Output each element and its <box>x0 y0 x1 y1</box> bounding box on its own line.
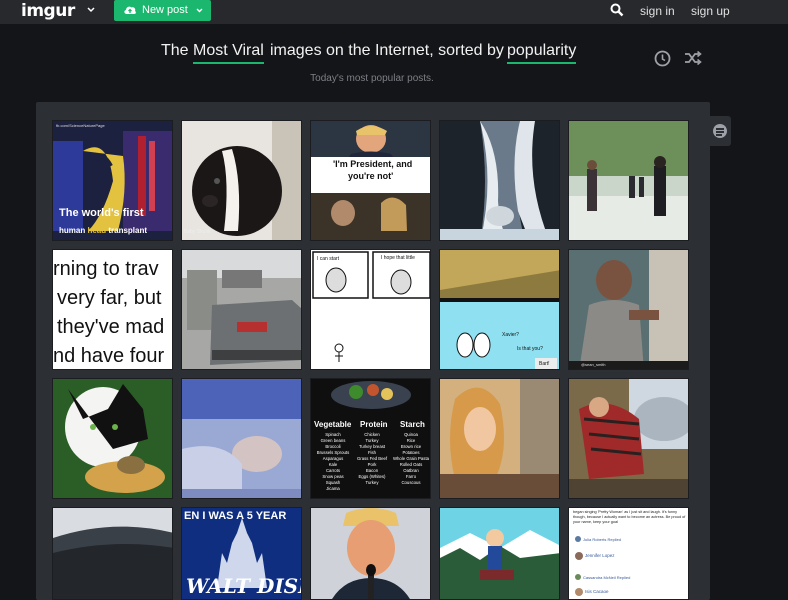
post-thumbnail <box>440 379 559 498</box>
post-caption: The world's first <box>59 207 144 219</box>
shuffle-icon[interactable] <box>684 51 702 65</box>
chevron-down-icon[interactable] <box>86 5 96 15</box>
food-list-protein: Chicken Turkey Turkey breast Fish Grass Fed … <box>356 432 388 485</box>
post-thumbnail <box>53 121 172 240</box>
gallery-post-disney[interactable]: EN I WAS A 5 YEAR WALT DISNEY <box>181 507 302 600</box>
post-text-line: rning to trav <box>53 258 159 280</box>
post-text-line: they've mad <box>57 316 165 338</box>
gallery-post-cat-tortoise[interactable] <box>52 378 173 499</box>
post-thumbnail <box>440 121 559 240</box>
sort-dropdown[interactable]: popularity <box>507 42 577 64</box>
gallery-post-penguins[interactable] <box>439 120 560 241</box>
sign-up-link[interactable]: sign up <box>691 4 730 18</box>
gallery-post-food-chart[interactable]: Vegetable Protein Starch Spinach Green be… <box>310 378 431 499</box>
new-post-button[interactable]: New post <box>114 0 211 21</box>
clock-icon[interactable] <box>654 50 671 67</box>
post-thumbnail <box>569 121 688 240</box>
page-subtitle: Today's most popular posts. <box>310 73 434 84</box>
gallery-post-head-transplant[interactable]: fb.com/ScienceNaturePage The world's fir… <box>52 120 173 241</box>
post-thumbnail <box>182 250 301 369</box>
chat-toggle-button[interactable] <box>709 116 731 146</box>
gallery-post-man-digging[interactable] <box>568 378 689 499</box>
gallery-post-man-door[interactable]: @sean_smith <box>568 249 689 370</box>
food-column-header: Vegetable <box>314 420 352 429</box>
comment-author: Cassandra McNeil Replied <box>583 575 631 580</box>
comment-author: Isis Cacaoe <box>585 589 609 594</box>
post-thumbnail <box>311 121 430 240</box>
post-caption-sub: human head transplant <box>59 226 148 235</box>
cloud-upload-icon <box>124 6 136 14</box>
post-thumbnail <box>182 121 301 240</box>
gallery-post-comic-xavier[interactable]: Xavier? Is that you? Bart! <box>439 249 560 370</box>
sign-in-link[interactable]: sign in <box>640 4 675 18</box>
post-caption-2: you're not' <box>348 171 394 181</box>
top-bar: imgur New post sign in sign up <box>0 0 788 24</box>
gallery-post-walkers[interactable] <box>568 120 689 241</box>
post-watermark: @sean_smith <box>581 362 606 367</box>
gallery-post-president[interactable]: 'I'm President, and you're not' <box>310 120 431 241</box>
avatar <box>575 552 583 560</box>
food-list-vegetable: Spinach Green beans Broccoli Brussels Sprou… <box>316 432 350 491</box>
gallery-post-trump-speech[interactable] <box>310 507 431 600</box>
gallery-post-baby-skunk[interactable]: Baby Skunk <box>181 120 302 241</box>
new-post-label: New post <box>142 4 188 16</box>
gallery-post-car-seat[interactable] <box>52 507 173 600</box>
post-text-line: very far, but <box>57 287 162 309</box>
gallery-post-traffic[interactable] <box>181 249 302 370</box>
post-thumbnail <box>311 508 430 599</box>
post-thumbnail <box>440 508 559 599</box>
comic-bubble: Bart! <box>539 361 550 367</box>
post-thumbnail <box>569 379 688 498</box>
post-watermark: fb.com/ScienceNaturePage <box>56 123 105 128</box>
comment-author: Julia Roberts Replied <box>583 537 622 542</box>
comic-bubble: I hope that little <box>381 255 415 261</box>
gallery-post-woman[interactable] <box>439 378 560 499</box>
post-thumbnail <box>53 508 172 599</box>
chat-icon <box>713 124 727 138</box>
filter-dropdown[interactable]: Most Viral <box>193 42 264 64</box>
comic-bubble: Xavier? <box>502 332 519 338</box>
comic-bubble: Is that you? <box>517 346 543 352</box>
post-thumbnail <box>311 250 430 369</box>
avatar <box>575 574 581 580</box>
avatar <box>575 588 583 596</box>
food-column-header: Protein <box>360 420 388 429</box>
gallery-post-text-screenshot[interactable]: rning to trav very far, but they've mad … <box>52 249 173 370</box>
gallery-post-sleeping-baby[interactable] <box>181 378 302 499</box>
post-text-line: nd have four <box>53 345 165 367</box>
headline-middle: images on the Internet, sorted by <box>270 42 504 59</box>
search-icon[interactable] <box>610 3 624 17</box>
disney-logo: WALT DISNEY <box>186 574 301 598</box>
post-thumbnail <box>53 379 172 498</box>
chevron-down-icon[interactable] <box>195 6 204 15</box>
post-thumbnail <box>569 250 688 369</box>
post-thumbnail <box>440 250 559 369</box>
food-column-header: Starch <box>400 420 425 429</box>
gallery-post-comic[interactable]: I can start I hope that little <box>310 249 431 370</box>
post-text: began singing 'Pretty Woman' as I just s… <box>573 510 686 524</box>
food-list-starch: Quinoa Rice Brown rice Potatoes Whole Grain … <box>392 432 430 485</box>
gallery-post-cartoon[interactable] <box>439 507 560 600</box>
headline-prefix: The <box>161 42 189 59</box>
post-caption: Baby Skunk <box>184 229 211 235</box>
post-caption: 'I'm President, and <box>333 159 413 169</box>
comic-bubble: I can start <box>317 256 339 262</box>
comment-author: Jennifer Lopez <box>585 553 615 558</box>
post-caption: EN I WAS A 5 YEAR <box>184 510 287 522</box>
imgur-logo[interactable]: imgur <box>21 1 75 21</box>
avatar <box>575 536 581 542</box>
gallery-post-social-comments[interactable]: began singing 'Pretty Woman' as I just s… <box>568 507 689 600</box>
post-thumbnail <box>182 379 301 498</box>
